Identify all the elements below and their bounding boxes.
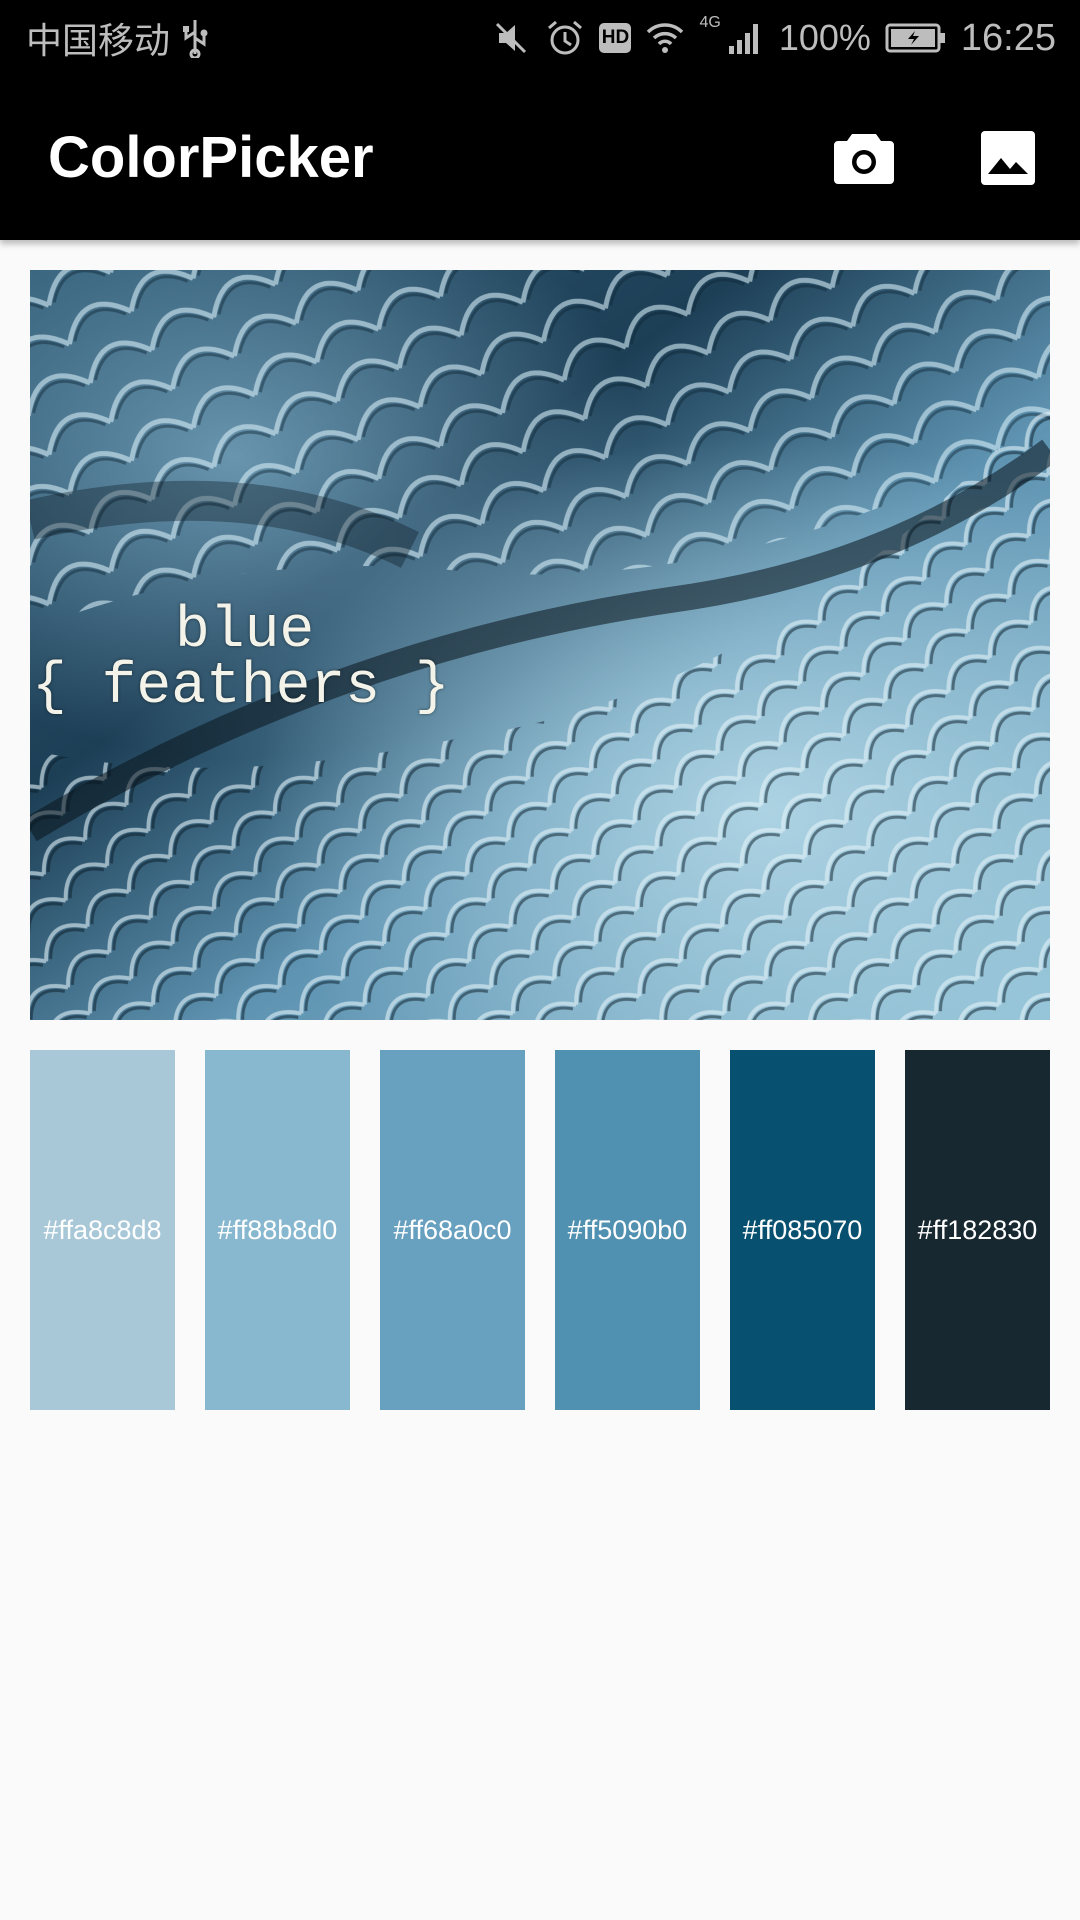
color-swatch-4[interactable]: #ff5090b0 (555, 1050, 700, 1410)
swatch-label: #ff5090b0 (567, 1214, 688, 1245)
status-bar: 中国移动 HD 4G 100% 16:25 (0, 0, 1080, 76)
palette-swatches: #ffa8c8d8 #ff88b8d0 #ff68a0c0 #ff5090b0 … (30, 1050, 1050, 1410)
alarm-icon (548, 20, 583, 55)
usb-icon (183, 20, 208, 58)
status-left: 中国移动 (26, 14, 210, 62)
color-swatch-3[interactable]: #ff68a0c0 (380, 1050, 525, 1410)
swatch-label: #ff88b8d0 (217, 1214, 338, 1245)
battery-charging-icon (885, 23, 945, 53)
swatch-label: #ff182830 (917, 1214, 1038, 1245)
photo-preview[interactable]: blue { feathers } (30, 270, 1050, 1020)
app-title: ColorPicker (48, 125, 374, 190)
signal-icon (728, 24, 758, 54)
battery-percent: 100% (778, 17, 871, 58)
swatch-label: #ffa8c8d8 (43, 1214, 162, 1245)
camera-button[interactable] (824, 118, 904, 198)
color-swatch-1[interactable]: #ffa8c8d8 (30, 1050, 175, 1410)
status-right: HD 4G 100% 16:25 (491, 14, 1056, 62)
color-swatch-5[interactable]: #ff085070 (730, 1050, 875, 1410)
photo-caption-line1: blue (175, 599, 315, 664)
color-swatch-6[interactable]: #ff182830 (905, 1050, 1050, 1410)
color-swatch-2[interactable]: #ff88b8d0 (205, 1050, 350, 1410)
wifi-icon (647, 23, 684, 53)
swatch-label: #ff085070 (742, 1214, 863, 1245)
app-bar: ColorPicker (0, 76, 1080, 240)
clock: 16:25 (960, 16, 1056, 59)
mute-icon (496, 22, 527, 54)
swatch-label: #ff68a0c0 (393, 1214, 512, 1245)
network-type: 4G (699, 14, 721, 31)
gallery-button[interactable] (968, 118, 1048, 198)
photo-caption-line2: { feathers } (32, 655, 450, 720)
carrier-name: 中国移动 (26, 20, 171, 61)
hd-icon: HD (599, 23, 632, 53)
image-icon (981, 131, 1035, 185)
camera-icon (834, 134, 894, 184)
